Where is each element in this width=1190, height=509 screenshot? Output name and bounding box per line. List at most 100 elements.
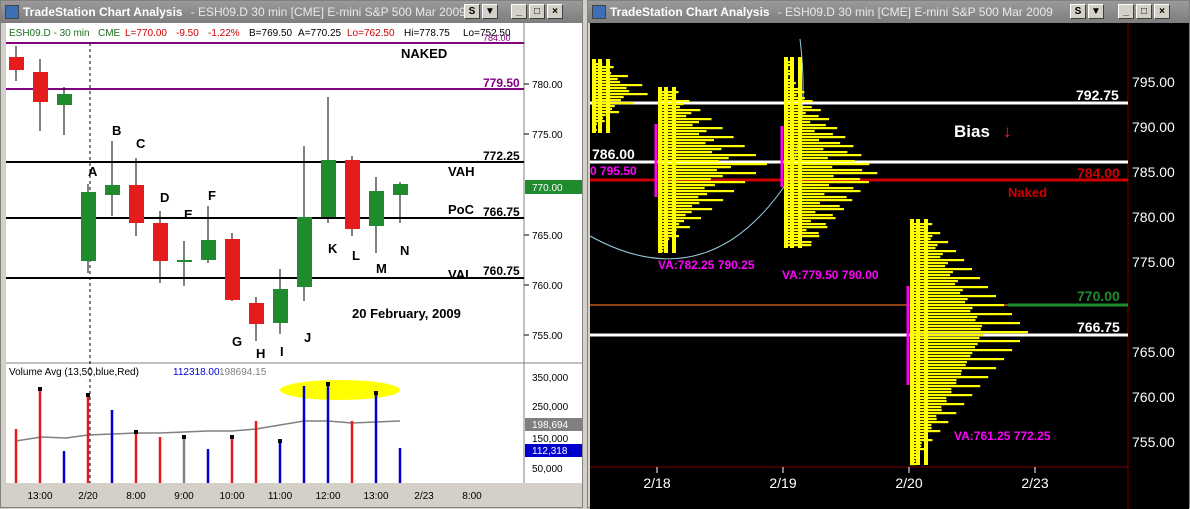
- profile-row: [658, 166, 731, 169]
- status-last: L=770.00: [125, 28, 167, 39]
- profile-row: [658, 181, 746, 184]
- bar-letter-e: E: [184, 207, 193, 222]
- profile-row: [784, 199, 853, 202]
- profile-row: [784, 178, 861, 181]
- top-cut-level: 784.00: [483, 33, 511, 43]
- profile-row: [910, 334, 984, 337]
- purple-level-label: 779.50: [483, 76, 520, 90]
- level-76675: 766.75: [1077, 319, 1120, 335]
- profile-post: [790, 57, 794, 248]
- profile-row: [784, 172, 878, 175]
- y-tick-755: 755.00: [532, 331, 563, 342]
- profile-post: [658, 87, 662, 253]
- y-tick-780: 780.00: [1132, 209, 1175, 225]
- bar-letter-m: M: [376, 261, 387, 276]
- profile-row: [910, 400, 947, 403]
- poc-label: PoC: [448, 202, 475, 217]
- x-tick-219: 2/19: [769, 475, 796, 491]
- profile-row: [910, 418, 937, 421]
- profile-post: [784, 57, 788, 248]
- vah-value: 772.25: [483, 149, 520, 163]
- level-770: 770.00: [1077, 288, 1120, 304]
- candle: [273, 289, 288, 323]
- profile-row: [784, 148, 824, 151]
- candle: [153, 223, 168, 261]
- left-chart-window[interactable]: TradeStation Chart Analysis - ESH09.D 30…: [0, 0, 583, 508]
- volume-value: 112318.00: [173, 367, 220, 378]
- bar-letter-b: B: [112, 123, 121, 138]
- candle: [297, 217, 312, 287]
- vah-label: VAH: [448, 164, 474, 179]
- volume-label: Volume Avg (13,50,blue,Red): [9, 367, 139, 378]
- right-chart-window[interactable]: TradeStation Chart Analysis - ESH09.D 30…: [587, 0, 1190, 509]
- profile-row: [910, 295, 996, 298]
- profile-row: [910, 421, 949, 424]
- vol-tick-150k: 150,000: [532, 434, 569, 445]
- profile-row: [910, 325, 982, 328]
- label-786: 786.00: [592, 146, 635, 162]
- profile-row: [784, 244, 812, 247]
- profile-post: [910, 219, 914, 465]
- profile-post: [798, 57, 802, 248]
- profile-row: [910, 343, 978, 346]
- profile-row: [910, 385, 981, 388]
- bar-letter-k: K: [328, 241, 338, 256]
- x-tick-1000: 10:00: [219, 491, 244, 502]
- y-tick-795: 795.00: [1132, 74, 1175, 90]
- bar-letter-d: D: [160, 190, 169, 205]
- x-tick-1300a: 13:00: [27, 491, 52, 502]
- candle: [393, 184, 408, 195]
- profile-row: [784, 220, 811, 223]
- bar-letter-l: L: [352, 248, 360, 263]
- y-tick-775: 775.00: [532, 130, 563, 141]
- vol-tick-250k: 250,000: [532, 402, 569, 413]
- candle: [33, 72, 48, 102]
- profile-row: [910, 244, 938, 247]
- bar-letter-i: I: [280, 344, 284, 359]
- vol-tick-350k: 350,000: [532, 373, 569, 384]
- profile-row: [658, 145, 745, 148]
- y-tick-765: 765.00: [1132, 344, 1175, 360]
- candle: [321, 160, 336, 217]
- val-label: VAL: [448, 267, 473, 282]
- profile-row: [910, 286, 988, 289]
- candle: [57, 94, 72, 105]
- profile-row: [658, 157, 729, 160]
- bar-letter-a: A: [88, 164, 98, 179]
- candle: [129, 185, 144, 223]
- profile-row: [784, 169, 863, 172]
- va-label-219: VA:779.50 790.00: [782, 268, 879, 282]
- profile-row: [784, 109, 821, 112]
- y-tick-790: 790.00: [1132, 119, 1175, 135]
- x-tick-223: 2/23: [1021, 475, 1048, 491]
- profile-row: [658, 136, 734, 139]
- profile-row: [910, 397, 947, 400]
- x-tick-800a: 8:00: [126, 491, 146, 502]
- volume-highlight: [280, 380, 400, 400]
- right-profile-chart[interactable]: 792.75 786.00 0 795.50 784.00 Naked Bias…: [588, 1, 1190, 509]
- x-tick-1200: 12:00: [315, 491, 340, 502]
- profile-row: [910, 328, 981, 331]
- left-price-chart[interactable]: ESH09.D - 30 min CME L=770.00 -9.50 -1.2…: [1, 1, 584, 509]
- val-value: 760.75: [483, 264, 520, 278]
- y-tick-775: 775.00: [1132, 254, 1175, 270]
- status-bid: B=769.50: [249, 28, 293, 39]
- profile-row: [592, 90, 630, 93]
- volume-avg-value: 198694.15: [219, 367, 267, 378]
- profile-post: [592, 59, 596, 133]
- bar-letter-f: F: [208, 188, 216, 203]
- profile-row: [910, 277, 980, 280]
- profile-post: [598, 59, 602, 133]
- x-tick-220: 2/20: [895, 475, 922, 491]
- bar-letter-g: G: [232, 334, 242, 349]
- candle: [249, 303, 264, 324]
- profile-post: [606, 59, 610, 133]
- status-ask: A=770.25: [298, 28, 342, 39]
- profile-row: [658, 214, 686, 217]
- candle: [177, 260, 192, 262]
- candle: [9, 57, 24, 70]
- profile-row: [784, 145, 854, 148]
- x-tick-1300b: 13:00: [363, 491, 388, 502]
- avg-volume-tag-value: 198,694: [532, 420, 569, 431]
- y-tick-780: 780.00: [532, 80, 563, 91]
